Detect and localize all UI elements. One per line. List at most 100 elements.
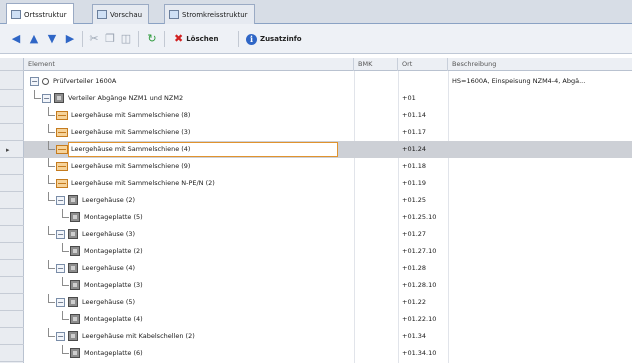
row-selector[interactable]: [0, 209, 24, 226]
loeschen-button[interactable]: ✖ Löschen: [174, 32, 219, 46]
row-selector[interactable]: [0, 192, 24, 209]
structure-tree-grid: ▸ Element BMK Ort Beschreibung − Prüfvert…: [0, 58, 632, 363]
collapse-toggle-icon[interactable]: −: [56, 230, 65, 239]
tree-row[interactable]: − Verteiler Abgänge NZM1 und NZM2 +01: [24, 90, 632, 107]
tree-row[interactable]: Leergehäuse mit Sammelschiene (8) +01.14: [24, 107, 632, 124]
toolbar-separator: [82, 31, 83, 47]
row-selector[interactable]: [0, 260, 24, 277]
tree-row[interactable]: Montageplatte (6) +01.34.10: [24, 345, 632, 362]
collapse-toggle-icon[interactable]: −: [56, 298, 65, 307]
zusatzinfo-button[interactable]: i Zusatzinfo: [246, 32, 302, 46]
beschreibung-value: [452, 243, 630, 260]
column-header-bmk[interactable]: BMK: [354, 58, 398, 71]
enclosure-icon: [70, 348, 80, 358]
tree-row[interactable]: − Leergehäuse mit Kabelschellen (2) +01.34: [24, 328, 632, 345]
element-name: Verteiler Abgänge NZM1 und NZM2: [68, 94, 184, 102]
tree-connector: [34, 98, 41, 99]
tree-row[interactable]: − Prüfverteiler 1600A HS=1600A, Einspeisun…: [24, 73, 632, 90]
row-selector[interactable]: [0, 226, 24, 243]
arrow-up-icon[interactable]: ▲: [28, 32, 40, 46]
row-selector[interactable]: [0, 73, 24, 90]
tree-connector: [48, 268, 55, 269]
enclosure-icon: [70, 280, 80, 290]
arrow-down-icon[interactable]: ▼: [46, 32, 58, 46]
column-header: Element BMK Ort Beschreibung: [24, 58, 632, 71]
zusatzinfo-label: Zusatzinfo: [260, 35, 302, 43]
tab-bar: Ortsstruktur Vorschau Stromkreisstruktur: [0, 0, 632, 25]
toolbar-separator: [138, 31, 139, 47]
tree-row[interactable]: Leergehäuse mit Sammelschiene (3) +01.17: [24, 124, 632, 141]
tree-connector: [62, 285, 69, 286]
collapse-toggle-icon[interactable]: −: [30, 77, 39, 86]
tree-row[interactable]: − Leergehäuse (4) +01.28: [24, 260, 632, 277]
beschreibung-value: [452, 294, 630, 311]
arrow-left-icon[interactable]: ◀: [10, 32, 22, 46]
enclosure-icon: [68, 195, 78, 205]
tree-row[interactable]: Montageplatte (4) +01.22.10: [24, 311, 632, 328]
tree-row[interactable]: − Leergehäuse (2) +01.25: [24, 192, 632, 209]
tree-connector: [62, 345, 63, 354]
tab-vorschau[interactable]: Vorschau: [92, 4, 150, 24]
ort-value: +01.24: [402, 145, 427, 153]
collapse-toggle-icon[interactable]: −: [56, 332, 65, 341]
cut-icon[interactable]: ✂: [88, 32, 100, 46]
tree-connector: [48, 115, 55, 116]
tree-row[interactable]: Leergehäuse mit Sammelschiene (9) +01.18: [24, 158, 632, 175]
collapse-toggle-icon[interactable]: −: [56, 264, 65, 273]
toolbar: ◀ ▲ ▼ ▶ ✂ ❐ ◫ ↻ ✖ Löschen i Zusatzinfo: [0, 24, 632, 54]
refresh-icon[interactable]: ↻: [146, 32, 158, 46]
tree-structure-icon: [11, 10, 21, 19]
element-name: Montageplatte (4): [84, 315, 143, 323]
row-selector[interactable]: [0, 311, 24, 328]
tab-label: Vorschau: [110, 10, 143, 19]
tree-connector: [62, 243, 63, 252]
ort-value: [402, 73, 448, 90]
enclosure-icon: [70, 246, 80, 256]
beschreibung-value: [452, 260, 630, 277]
arrow-right-icon[interactable]: ▶: [64, 32, 76, 46]
tree-row[interactable]: − Leergehäuse (5) +01.22: [24, 294, 632, 311]
tree-connector: [62, 217, 69, 218]
tree-connector: [48, 158, 49, 167]
row-selector[interactable]: [0, 107, 24, 124]
row-selector[interactable]: [0, 124, 24, 141]
collapse-toggle-icon[interactable]: −: [56, 196, 65, 205]
column-header-ort[interactable]: Ort: [398, 58, 448, 71]
tree-row[interactable]: Leergehäuse mit Sammelschiene N-PE/N (2)…: [24, 175, 632, 192]
tree-row[interactable]: Montageplatte (3) +01.28.10: [24, 277, 632, 294]
ort-value: +01.28: [402, 264, 427, 272]
column-header-element[interactable]: Element: [24, 58, 354, 71]
tree-connector: [62, 319, 69, 320]
row-selector[interactable]: [0, 328, 24, 345]
tree-row[interactable]: Leergehäuse mit Sammelschiene (4) +01.24: [24, 141, 632, 158]
paste-icon[interactable]: ◫: [120, 32, 132, 46]
enclosure-icon: [70, 212, 80, 222]
ort-value: +01.25.10: [402, 213, 437, 221]
row-selector[interactable]: [0, 158, 24, 175]
tree-connector: [48, 200, 55, 201]
tab-stromkreisstruktur[interactable]: Stromkreisstruktur: [164, 4, 255, 24]
row-selector[interactable]: [0, 294, 24, 311]
row-selector[interactable]: [0, 90, 24, 107]
current-row-indicator-icon: ▸: [6, 146, 10, 154]
enclosure-icon: [68, 229, 78, 239]
row-selector[interactable]: [0, 243, 24, 260]
tree-connector: [48, 294, 49, 303]
location-node-icon: [42, 78, 49, 85]
tree-connector: [48, 166, 55, 167]
row-selector[interactable]: [0, 277, 24, 294]
ort-value: +01.27.10: [402, 247, 437, 255]
tree-row[interactable]: Montageplatte (5) +01.25.10: [24, 209, 632, 226]
copy-icon[interactable]: ❐: [104, 32, 116, 46]
collapse-toggle-icon[interactable]: −: [42, 94, 51, 103]
row-selector[interactable]: [0, 345, 24, 362]
row-selector[interactable]: ▸: [0, 141, 24, 158]
element-name: Leergehäuse mit Sammelschiene (9): [71, 162, 191, 170]
tree-row[interactable]: Montageplatte (2) +01.27.10: [24, 243, 632, 260]
row-selector[interactable]: [0, 175, 24, 192]
tab-ortsstruktur[interactable]: Ortsstruktur: [6, 3, 74, 25]
column-header-beschreibung[interactable]: Beschreibung: [448, 58, 632, 71]
tree-row[interactable]: − Leergehäuse (3) +01.27: [24, 226, 632, 243]
beschreibung-value: [452, 226, 630, 243]
beschreibung-value: [452, 328, 630, 345]
